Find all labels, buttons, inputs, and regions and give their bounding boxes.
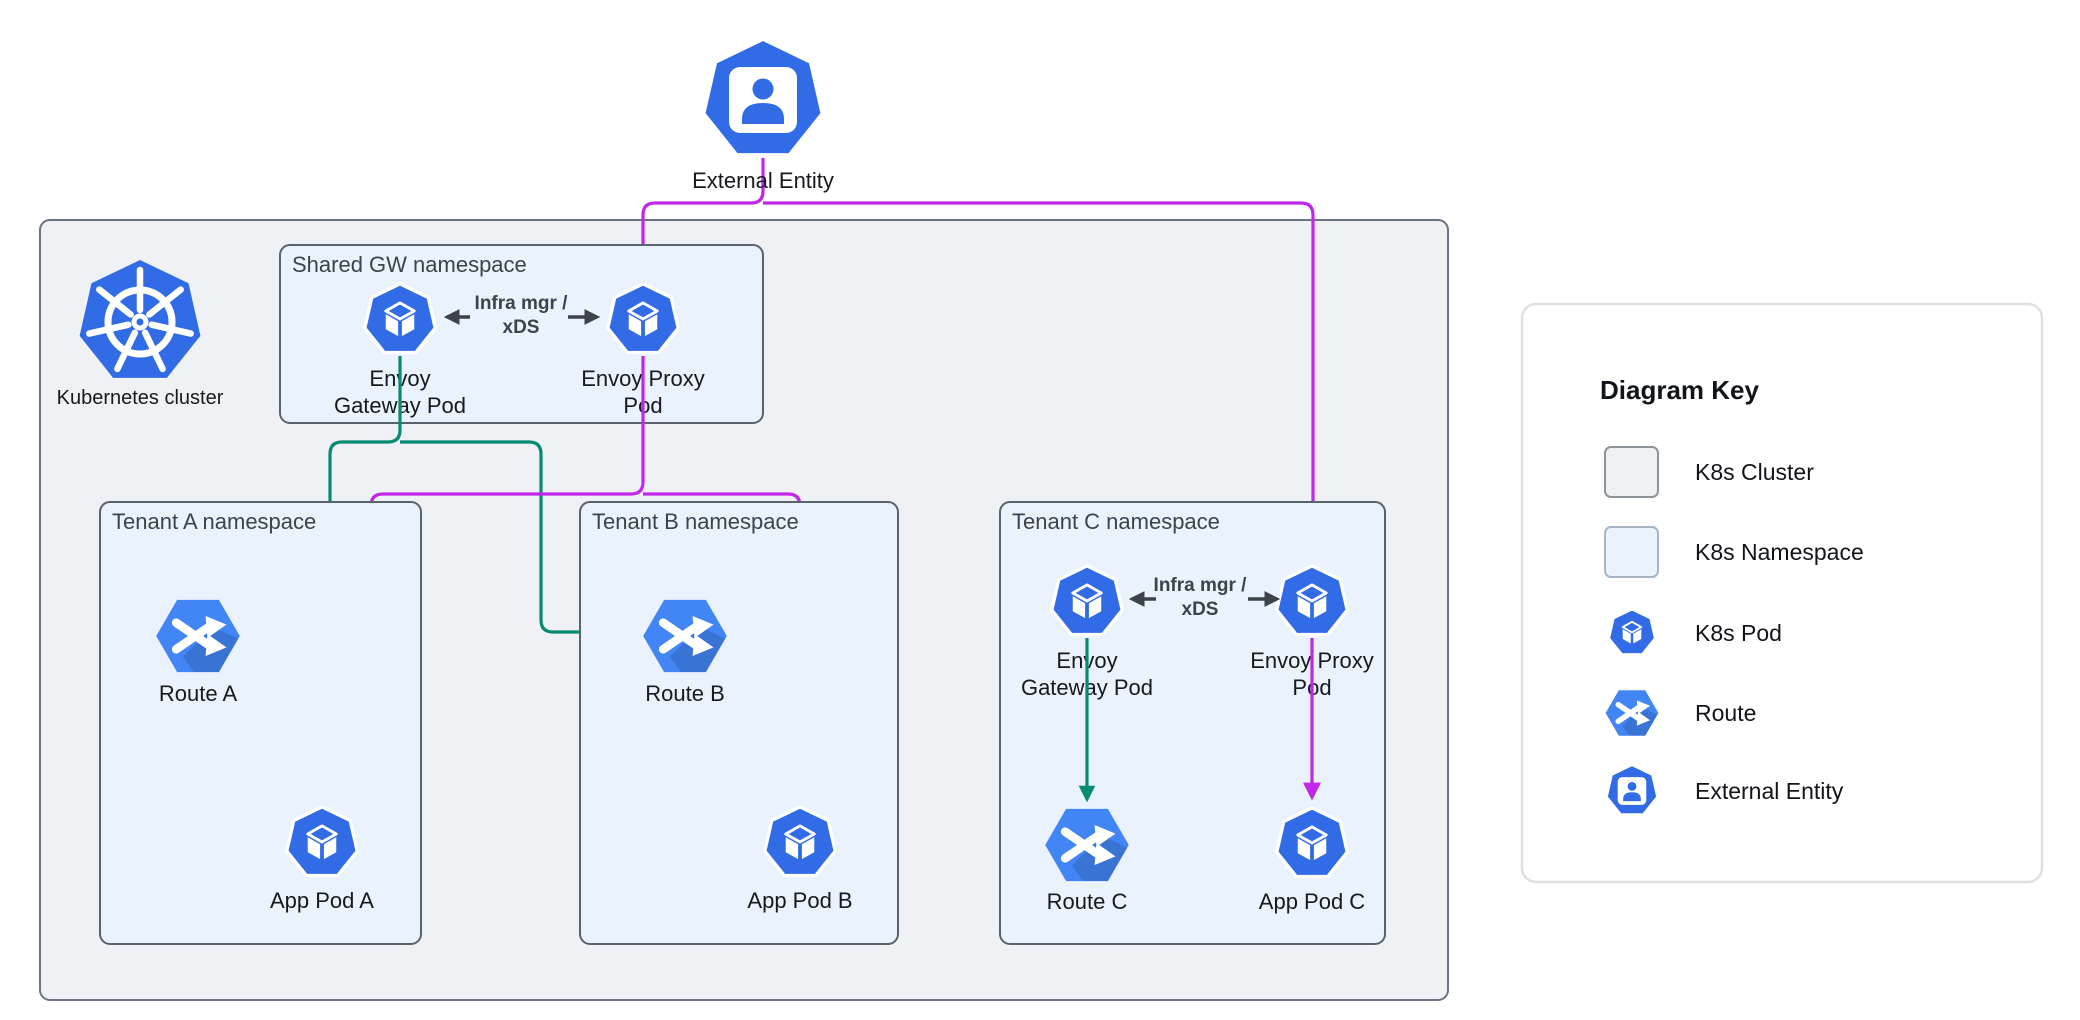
route-a-label: Route A [159,681,238,706]
tenant-b-namespace: Tenant B namespace Route B App Pod B [580,502,898,944]
tenant-a-namespace-box [100,502,421,944]
tenant-c-namespace: Tenant C namespace Envoy Gateway Pod Env… [1000,502,1385,944]
legend-item-label: K8s Namespace [1695,539,1864,565]
app-pod-a-icon [287,807,357,876]
route-c-label: Route C [1047,889,1128,914]
external-entity-label: External Entity [692,168,834,193]
legend-title: Diagram Key [1600,375,1759,405]
k8s-namespace-swatch [1605,527,1658,577]
legend-item-label: K8s Cluster [1695,459,1814,485]
shared-gw-namespace-title: Shared GW namespace [292,252,527,277]
legend-item-label: Route [1695,700,1756,726]
route-b-label: Route B [645,681,725,706]
diagram-svg: External Entity Kubernetes cluster Share… [0,0,2080,1020]
kubernetes-cluster-label: Kubernetes cluster [57,387,224,409]
envoy-gateway-architecture-diagram: External Entity Kubernetes cluster Share… [0,0,2080,1020]
tenant-c-envoy-gateway-pod-icon [1052,566,1122,635]
k8s-pod-icon [1609,609,1655,654]
shared-envoy-gateway-pod-icon [365,284,435,353]
external-entity-icon [705,40,822,154]
app-pod-b-icon [765,807,835,876]
k8s-cluster-swatch [1605,447,1658,497]
tenant-a-namespace: Tenant A namespace Route A App Pod A [100,502,421,944]
tenant-a-namespace-title: Tenant A namespace [112,509,316,534]
tenant-b-namespace-box [580,502,898,944]
legend-item-label: K8s Pod [1695,620,1782,646]
diagram-key-legend: Diagram Key K8s Cluster K8s Namespace K8… [1522,304,2042,882]
app-pod-b-label: App Pod B [747,888,852,913]
tenant-c-envoy-proxy-pod-icon [1277,566,1347,635]
shared-infra-mgr-label-line1: Infra mgr / [475,293,569,314]
app-pod-c-icon [1277,808,1347,877]
tenant-c-namespace-title: Tenant C namespace [1012,509,1220,534]
external-entity-node: External Entity [692,40,834,193]
shared-gw-namespace: Shared GW namespace Envoy Gateway Pod En… [280,245,763,423]
shared-envoy-proxy-pod-icon [608,284,678,353]
legend-item-label: External Entity [1695,778,1844,804]
tenant-c-infra-mgr-label-line2: xDS [1182,599,1219,620]
tenant-b-namespace-title: Tenant B namespace [592,509,799,534]
app-pod-a-label: App Pod A [270,888,374,913]
app-pod-c-label: App Pod C [1259,889,1366,914]
shared-infra-mgr-label-line2: xDS [503,317,540,338]
tenant-c-infra-mgr-label-line1: Infra mgr / [1154,575,1248,596]
